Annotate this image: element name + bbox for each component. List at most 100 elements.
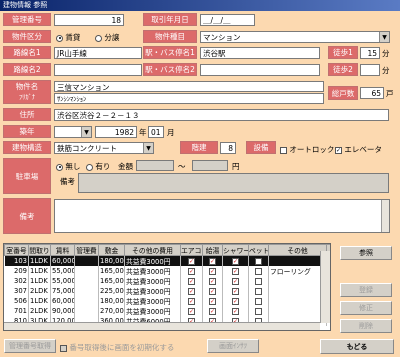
- setsubi-label: 設備: [246, 141, 276, 154]
- table-cell: 165,000: [98, 266, 125, 276]
- biko-textarea[interactable]: [54, 199, 390, 233]
- table-cell: [268, 255, 327, 266]
- table-row[interactable]: 3021LDK55,000165,000共益費3000円✓✓✓30.: [4, 276, 330, 286]
- table-vscroll[interactable]: [320, 251, 330, 323]
- checkmark-icon: ✓: [209, 297, 216, 305]
- column-header[interactable]: 給湯: [202, 244, 223, 256]
- column-header[interactable]: 室番号: [4, 244, 29, 256]
- chushajo-radio-nashi[interactable]: 無し: [56, 161, 80, 172]
- furigana-input[interactable]: ｻﾝｼﾝﾏﾝｼｮﾝ: [54, 93, 324, 104]
- table-cell: [74, 255, 99, 266]
- column-header[interactable]: 敷金: [98, 244, 125, 256]
- table-cell: 共益費3000円: [124, 306, 181, 316]
- toho1-input[interactable]: 15: [360, 47, 380, 59]
- shusei-button[interactable]: 修正: [340, 301, 392, 315]
- jusho-input[interactable]: 渋谷区渋谷２－２－１３: [54, 109, 389, 121]
- table-hscroll[interactable]: [4, 322, 320, 330]
- chikunen-year-unit: 年: [139, 128, 147, 137]
- chikunen-era-select[interactable]: ▼: [54, 126, 92, 138]
- chushajo-biko-input[interactable]: [78, 173, 389, 193]
- radio-unselected-icon: [95, 34, 102, 42]
- checkmark-icon: ✓: [202, 306, 223, 316]
- toho2-unit: 分: [382, 66, 390, 75]
- table-row[interactable]: 5061LDK60,000180,000共益費3000円✓✓✓26.: [4, 296, 330, 306]
- chevron-down-icon: ▼: [379, 32, 389, 42]
- checkbox-empty-icon: [255, 297, 262, 305]
- table-cell: 307: [4, 286, 29, 296]
- chikunen-month-input[interactable]: 01: [148, 126, 164, 138]
- bukken-kubun-radio-chintai[interactable]: 賃貸: [56, 32, 80, 43]
- column-header[interactable]: ペット: [248, 244, 269, 256]
- kanri-bango-shutoku-button[interactable]: 管理番号取得: [4, 339, 56, 353]
- kaisu-input[interactable]: 8: [220, 142, 236, 154]
- rosen2-input[interactable]: [54, 64, 142, 76]
- chushajo-label: 駐車場: [3, 158, 51, 194]
- checkmark-icon: ✓: [232, 287, 239, 295]
- sansho-button[interactable]: 参照: [340, 246, 392, 260]
- column-header[interactable]: 間取り: [28, 244, 51, 256]
- checkmark-icon: ✓: [188, 287, 195, 295]
- table-row[interactable]: 7012LDK90,000270,000共益費3000円✓✓✓45.: [4, 306, 330, 316]
- table-row[interactable]: 3072LDK75,000225,000共益費3000円✓✓✓35.: [4, 286, 330, 296]
- table-row[interactable]: 2091LDK55,000165,000共益費3000円✓✓✓フローリング24.: [4, 266, 330, 276]
- checkmark-icon: ✓: [202, 296, 223, 306]
- setsubi-autolock-checkbox[interactable]: オートロック: [280, 144, 334, 155]
- checkmark-icon: ✓: [188, 307, 195, 315]
- table-cell: [74, 296, 99, 306]
- bukken-kubun-label: 物件区分: [3, 30, 51, 43]
- eki1-input[interactable]: 渋谷駅: [200, 47, 320, 59]
- chikunen-year-input[interactable]: 1982: [95, 126, 137, 138]
- biko-label: 備考: [3, 198, 51, 234]
- table-header-row: 室番号間取り賃料管理費敷金その他の費用エアコン給湯シャワーペットその他面積: [4, 244, 330, 256]
- checkmark-icon: ✓: [209, 287, 216, 295]
- checkbox-label: オートロック: [289, 145, 335, 154]
- table-cell: 270,000: [98, 306, 125, 316]
- toho2-input[interactable]: [360, 64, 380, 76]
- chushajo-kingaku-from[interactable]: [136, 160, 174, 171]
- checkbox-empty-icon: [248, 286, 269, 296]
- column-header[interactable]: その他の費用: [124, 244, 181, 256]
- column-header[interactable]: 賃料: [50, 244, 75, 256]
- bukken-mei-input[interactable]: 三信マンション: [54, 81, 324, 92]
- column-header[interactable]: 管理費: [74, 244, 99, 256]
- chushajo-kingaku-to[interactable]: [192, 160, 228, 171]
- chushajo-tilde: ～: [178, 162, 186, 171]
- column-header[interactable]: エアコン: [180, 244, 203, 256]
- checkbox-label: エレベータ: [344, 145, 382, 154]
- toroku-button[interactable]: 登録: [340, 283, 392, 297]
- table-cell: 共益費3000円: [124, 276, 181, 286]
- sakujo-button[interactable]: 削除: [340, 319, 392, 333]
- column-header[interactable]: シャワー: [222, 244, 249, 256]
- chushajo-biko-label: 備考: [60, 177, 75, 186]
- modoru-button[interactable]: もどる: [320, 339, 394, 354]
- checkmark-icon: ✓: [232, 257, 239, 265]
- biko-scrollbar[interactable]: [381, 200, 389, 232]
- table-cell: [268, 276, 327, 286]
- checkmark-icon: ✓: [209, 277, 216, 285]
- chushajo-radio-ari[interactable]: 有り: [86, 161, 110, 172]
- shokika-checkbox[interactable]: 番号取得後に画面を初期化する: [60, 342, 174, 353]
- furigana-label-text: ﾌﾘｶﾞﾅ: [18, 93, 36, 101]
- gamen-insatsu-button[interactable]: 画面ｲﾝｻﾂ: [207, 339, 259, 353]
- table-body: 1031LDK60,000180,000共益費3000円✓✓✓24.2091LD…: [4, 255, 330, 326]
- soukosu-input[interactable]: 65: [360, 87, 384, 99]
- bukken-kubun-radio-bunjo[interactable]: 分譲: [95, 32, 119, 43]
- checkbox-empty-icon: [248, 255, 269, 266]
- torihiki-date-input[interactable]: ＿/＿/＿: [200, 14, 255, 26]
- table-row[interactable]: 1031LDK60,000180,000共益費3000円✓✓✓24.: [4, 255, 330, 266]
- chikunen-label: 築年: [3, 125, 51, 138]
- room-table[interactable]: 室番号間取り賃料管理費敷金その他の費用エアコン給湯シャワーペットその他面積 10…: [3, 243, 331, 331]
- column-header[interactable]: その他: [268, 244, 327, 256]
- table-cell: 1LDK: [28, 255, 51, 266]
- setsubi-elevator-checkbox[interactable]: ✓ エレベータ: [335, 144, 382, 155]
- kanri-bango-input[interactable]: 18: [54, 14, 124, 26]
- checkmark-icon: ✓: [188, 267, 195, 275]
- checkmark-icon: ✓: [202, 255, 223, 266]
- chushajo-kingaku-label: 金額: [118, 162, 133, 171]
- eki2-input[interactable]: [200, 64, 320, 76]
- table-cell: 701: [4, 306, 29, 316]
- bukken-shumoku-select[interactable]: マンション ▼: [200, 31, 390, 43]
- kozo-select[interactable]: 鉄筋コンクリート ▼: [54, 142, 154, 154]
- select-value: マンション: [203, 33, 241, 42]
- rosen1-input[interactable]: JR山手線: [54, 47, 142, 59]
